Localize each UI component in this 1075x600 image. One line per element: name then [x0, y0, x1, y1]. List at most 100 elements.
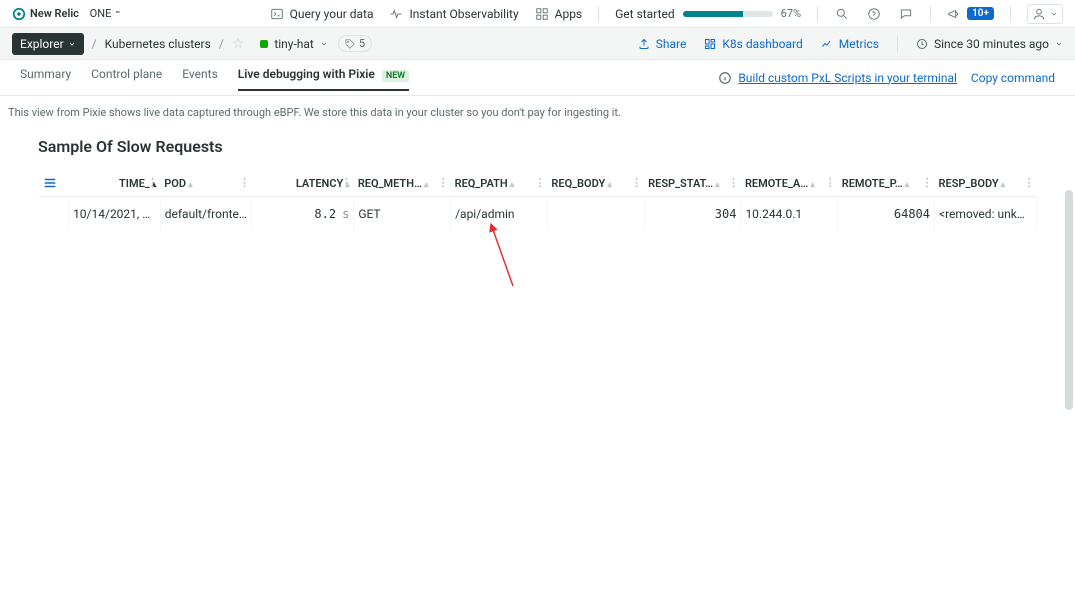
instant-observability-label: Instant Observability	[409, 7, 518, 21]
crumb-current-cluster[interactable]: tiny-hat	[260, 37, 328, 51]
col-resp-status[interactable]: RESP_STAT…▴⋮	[644, 170, 741, 197]
col-menu-icon[interactable]: ⋮	[728, 176, 739, 189]
crumb-kubernetes-clusters[interactable]: Kubernetes clusters	[105, 37, 211, 51]
cell-remote-port: 64804	[838, 197, 935, 232]
copy-command-button[interactable]: Copy command	[971, 71, 1055, 85]
tab-live-debugging-label: Live debugging with Pixie	[238, 67, 375, 81]
newrelic-icon	[12, 7, 26, 21]
status-indicator-icon	[260, 40, 268, 48]
crumb-separator: /	[219, 37, 224, 51]
build-script-link[interactable]: Build custom PxL Scripts in your termina…	[718, 71, 957, 85]
tag-count: 5	[359, 37, 365, 50]
user-menu-button[interactable]	[1027, 4, 1063, 24]
col-menu-icon[interactable]: ⋮	[147, 176, 158, 189]
tags-chip[interactable]: 5	[338, 35, 372, 52]
chevron-down-icon	[1050, 10, 1058, 18]
get-started-progress[interactable]: Get started 67%	[615, 7, 801, 21]
vertical-scrollbar[interactable]	[1065, 130, 1073, 590]
col-req-path[interactable]: REQ_PATH▴⋮	[451, 170, 548, 197]
get-started-label: Get started	[615, 7, 675, 21]
col-menu-icon[interactable]: ⋮	[631, 176, 642, 189]
col-resp-body[interactable]: RESP_BODY▴⋮	[935, 170, 1037, 197]
cell-req-path: /api/admin	[451, 197, 548, 232]
time-range-picker[interactable]: Since 30 minutes ago	[916, 37, 1063, 51]
tab-events[interactable]: Events	[182, 67, 218, 91]
col-pod[interactable]: POD▴⋮	[160, 170, 252, 197]
col-menu-icon[interactable]: ⋮	[438, 176, 449, 189]
query-your-data-link[interactable]: Query your data	[270, 7, 374, 21]
col-time[interactable]: TIME_▴⋮	[69, 170, 161, 197]
metrics-link[interactable]: Metrics	[821, 37, 879, 51]
feedback-button[interactable]	[898, 6, 914, 22]
chevron-down-icon	[1055, 40, 1063, 48]
time-range-label: Since 30 minutes ago	[934, 37, 1049, 51]
hamburger-cell	[38, 170, 69, 197]
brand-suffix: ONE	[90, 7, 112, 20]
tm-mark: ™	[115, 10, 119, 18]
chevron-down-icon	[320, 40, 328, 48]
col-latency[interactable]: LATENCY▴⋮	[252, 170, 354, 197]
divider	[598, 6, 599, 22]
search-button[interactable]	[834, 6, 850, 22]
col-menu-icon[interactable]: ⋮	[239, 176, 250, 189]
help-icon	[867, 7, 881, 21]
col-menu-icon[interactable]: ⋮	[922, 176, 933, 189]
tab-summary[interactable]: Summary	[20, 67, 71, 91]
progress-bar	[683, 11, 773, 17]
table-header-row: TIME_▴⋮ POD▴⋮ LATENCY▴⋮ REQ_METH…▴⋮ REQ_…	[38, 170, 1037, 197]
col-req-method[interactable]: REQ_METH…▴⋮	[354, 170, 451, 197]
cell-req-body	[547, 197, 644, 232]
share-button[interactable]: Share	[638, 37, 687, 51]
col-menu-icon[interactable]: ⋮	[341, 176, 352, 189]
table-menu-button[interactable]	[42, 176, 58, 190]
divider	[817, 6, 818, 22]
apps-link[interactable]: Apps	[535, 7, 583, 21]
col-menu-icon[interactable]: ⋮	[1024, 176, 1035, 189]
info-icon	[718, 71, 732, 85]
k8s-dashboard-link[interactable]: K8s dashboard	[704, 37, 802, 51]
megaphone-icon	[947, 7, 961, 21]
col-menu-icon[interactable]: ⋮	[825, 176, 836, 189]
tab-live-debugging[interactable]: Live debugging with Pixie NEW	[238, 67, 409, 91]
user-icon	[1032, 7, 1046, 21]
metrics-label: Metrics	[839, 37, 879, 51]
divider	[1010, 6, 1011, 22]
progress-percent: 67%	[781, 7, 801, 20]
divider	[897, 36, 898, 52]
dashboard-icon	[704, 38, 716, 50]
tab-bar: Summary Control plane Events Live debugg…	[0, 60, 1075, 96]
help-button[interactable]	[866, 6, 882, 22]
k8s-dashboard-label: K8s dashboard	[722, 37, 802, 51]
chat-icon	[899, 7, 913, 21]
slow-requests-panel: Sample Of Slow Requests TIME_▴⋮ POD▴⋮ LA…	[38, 129, 1037, 231]
build-script-label: Build custom PxL Scripts in your termina…	[738, 71, 957, 85]
tag-icon	[345, 39, 355, 49]
table-row[interactable]: 10/14/2021, 1:… default/fronte… 8.2s GET…	[38, 197, 1037, 232]
cell-time: 10/14/2021, 1:…	[69, 197, 161, 232]
crumb-separator: /	[92, 37, 97, 51]
breadcrumb-bar: Explorer / Kubernetes clusters / ☆ tiny-…	[0, 28, 1075, 60]
cell-resp-status: 304	[644, 197, 741, 232]
annotation-arrow-icon	[488, 221, 518, 291]
hamburger-icon	[42, 176, 58, 190]
brand-logo[interactable]: New Relic ONE ™	[12, 7, 120, 21]
grid-icon	[535, 7, 549, 21]
divider	[930, 6, 931, 22]
col-remote-addr[interactable]: REMOTE_A…▴⋮	[741, 170, 838, 197]
announcements-button[interactable]: 10+	[947, 7, 994, 21]
col-menu-icon[interactable]: ⋮	[534, 176, 545, 189]
tab-control-plane[interactable]: Control plane	[91, 67, 162, 91]
scrollbar-thumb[interactable]	[1065, 190, 1073, 410]
col-req-body[interactable]: REQ_BODY▴⋮	[547, 170, 644, 197]
instant-observability-link[interactable]: Instant Observability	[389, 7, 518, 21]
clock-icon	[916, 38, 928, 50]
favorite-star-button[interactable]: ☆	[232, 36, 245, 52]
cell-latency: 8.2s	[252, 197, 354, 232]
cell-pod: default/fronte…	[160, 197, 252, 232]
query-your-data-label: Query your data	[290, 7, 374, 21]
pulse-icon	[389, 7, 403, 21]
brand-prefix: New Relic	[30, 7, 79, 20]
col-remote-port[interactable]: REMOTE_P…▴⋮	[838, 170, 935, 197]
search-icon	[835, 7, 849, 21]
explorer-dropdown[interactable]: Explorer	[12, 33, 84, 55]
